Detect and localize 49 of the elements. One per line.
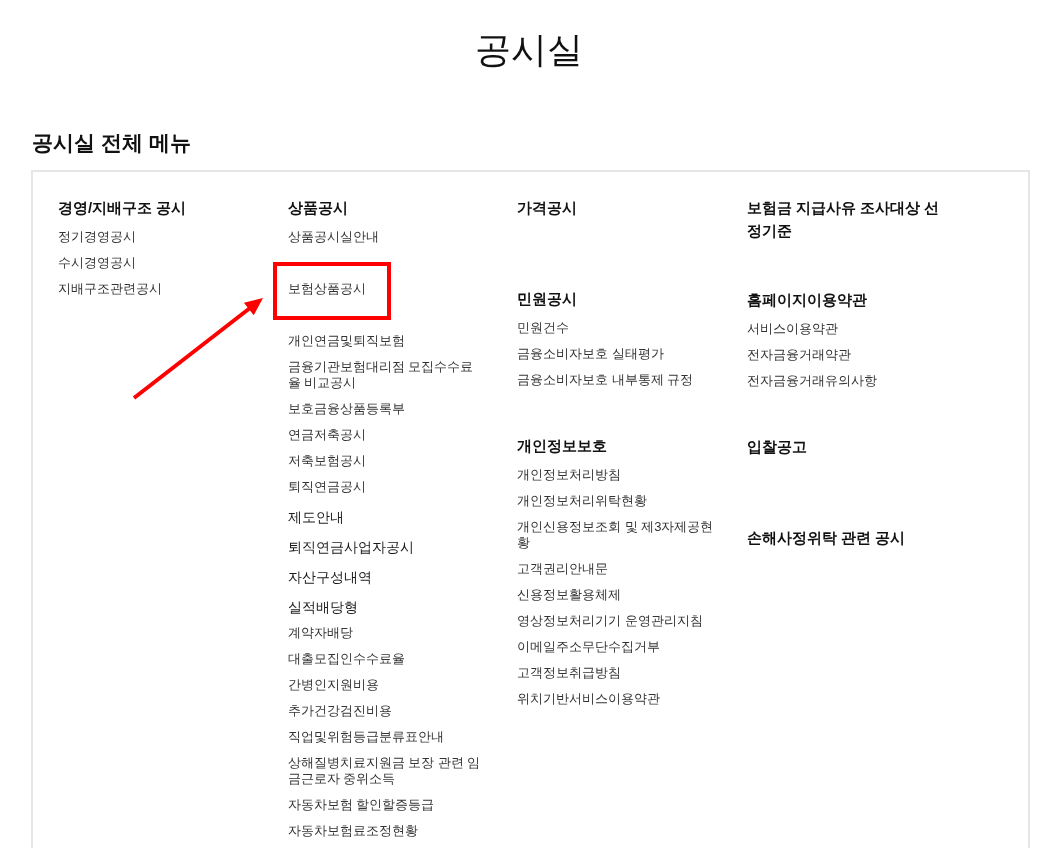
menu-link[interactable]: 개인연금및퇴직보험	[287, 333, 405, 349]
menu-link[interactable]: 개인신용정보조회 및 제3자제공현황	[517, 519, 715, 551]
menu-link[interactable]: 지배구조관련공시	[58, 281, 162, 297]
menu-link[interactable]: 보호금융상품등록부	[287, 401, 405, 417]
menu-link[interactable]: 자동차보험료조정현황	[287, 823, 418, 839]
menu-subheading-link[interactable]: 제도안내	[287, 505, 344, 527]
menu-link[interactable]: 정기경영공시	[58, 229, 136, 245]
menu-link[interactable]: 신용정보활용체제	[517, 587, 621, 603]
menu-heading: 공시실 전체 메뉴	[32, 130, 191, 156]
menu-link[interactable]: 고객권리안내문	[517, 561, 608, 577]
menu-subheading-link[interactable]: 자산구성내역	[287, 565, 372, 587]
page-title: 공시실	[474, 28, 583, 72]
menu-link[interactable]: 고객정보취급방침	[517, 665, 621, 681]
menu-subheading-link[interactable]: 퇴직연금사업자공시	[287, 535, 414, 557]
category-link[interactable]: 경영/지배구조 공시	[58, 196, 187, 219]
menu-link[interactable]: 전자금융거래유의사항	[746, 373, 877, 389]
category-link[interactable]: 가격공시	[517, 196, 577, 219]
menu-link[interactable]: 금융소비자보호 실태평가	[517, 346, 664, 362]
menu-link[interactable]: 간병인지원비용	[287, 677, 379, 693]
menu-link[interactable]: 추가건강검진비용	[287, 703, 392, 719]
menu-link[interactable]: 상품공시실안내	[287, 229, 379, 245]
menu-link[interactable]: 위치기반서비스이용약관	[517, 691, 660, 707]
menu-link[interactable]: 대출모집인수수료율	[287, 651, 405, 667]
menu-link[interactable]: 퇴직연금공시	[287, 479, 366, 495]
menu-link[interactable]: 연금저축공시	[287, 427, 366, 443]
menu-link[interactable]: 개인정보처리방침	[517, 467, 621, 483]
menu-link[interactable]: 보험상품공시	[287, 281, 387, 297]
menu-link[interactable]: 영상정보처리기기 운영관리지침	[517, 613, 703, 629]
menu-link[interactable]: 민원건수	[517, 320, 569, 336]
menu-link[interactable]: 서비스이용약관	[746, 321, 838, 337]
menu-link[interactable]: 상해질병치료지원금 보장 관련 임금근로자 중위소득	[287, 755, 486, 787]
menu-subheading-link[interactable]: 실적배당형	[287, 595, 358, 617]
menu-link[interactable]: 자동차보험 할인할증등급	[287, 797, 435, 813]
menu-link[interactable]: 수시경영공시	[58, 255, 136, 271]
menu-link[interactable]: 계약자배당	[287, 625, 353, 641]
category-link[interactable]: 상품공시	[287, 196, 348, 219]
category-link[interactable]: 보험금 지급사유 조사대상 선정기준	[746, 196, 945, 242]
category-link[interactable]: 민원공시	[517, 287, 577, 310]
category-link[interactable]: 홈페이지이용약관	[746, 288, 867, 311]
menu-link[interactable]: 개인정보처리위탁현황	[517, 493, 647, 509]
category-link[interactable]: 입찰공고	[746, 435, 807, 458]
menu-link[interactable]: 전자금융거래약관	[746, 347, 851, 363]
menu-link[interactable]: 금융소비자보호 내부통제 규정	[517, 372, 694, 388]
category-link[interactable]: 개인정보보호	[517, 434, 607, 457]
menu-link[interactable]: 직업및위험등급분류표안내	[287, 729, 444, 745]
category-link[interactable]: 손해사정위탁 관련 공시	[746, 526, 905, 549]
menu-link[interactable]: 저축보험공시	[287, 453, 366, 469]
menu-link[interactable]: 이메일주소무단수집거부	[517, 639, 660, 655]
menu-link[interactable]: 금융기관보험대리점 모집수수료율 비교공시	[287, 359, 486, 391]
